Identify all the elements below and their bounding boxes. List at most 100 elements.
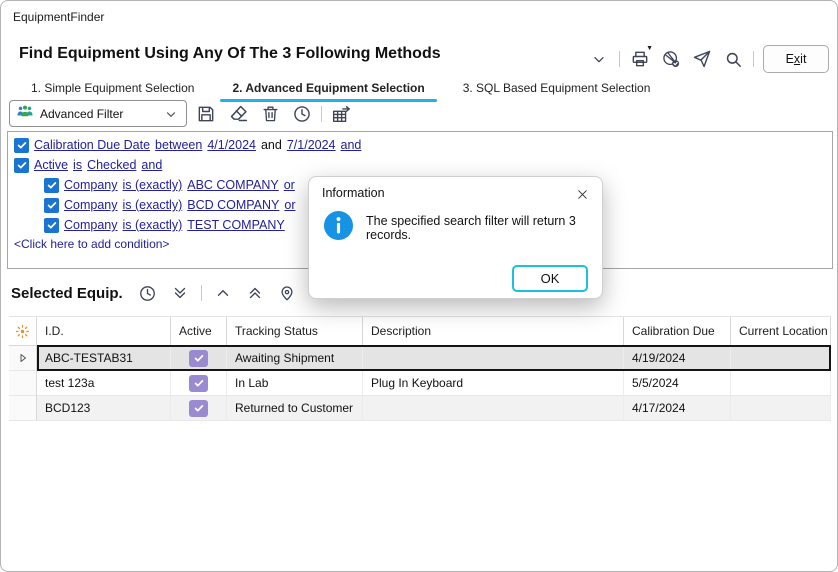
print-icon[interactable]: ▼ <box>629 48 651 70</box>
active-checkbox[interactable] <box>189 350 208 367</box>
cell-tracking-status: Awaiting Shipment <box>227 346 363 371</box>
condition-link[interactable]: or <box>284 198 295 212</box>
condition-link[interactable]: Checked <box>87 158 136 172</box>
condition-checkbox[interactable] <box>44 218 59 233</box>
cell-current-location <box>731 371 831 396</box>
grid-column-header[interactable]: Current Location <box>731 317 831 346</box>
condition-link[interactable]: Company <box>64 198 118 212</box>
table-row[interactable]: BCD123 Returned to Customer 4/17/2024 <box>9 396 831 421</box>
grid-column-header[interactable]: Calibration Due <box>624 317 731 346</box>
condition-checkbox[interactable] <box>14 138 29 153</box>
condition-checkbox[interactable] <box>14 158 29 173</box>
close-icon[interactable] <box>572 184 592 204</box>
filter-condition: Calibration Due Date between 4/1/2024 and 7/… <box>14 135 826 155</box>
tab-strip: 1. Simple Equipment Selection 2. Advanced… <box>19 78 662 102</box>
history-icon[interactable] <box>289 101 315 127</box>
save-filter-icon[interactable] <box>193 101 219 127</box>
grid-column-header[interactable]: I.D. <box>37 317 171 346</box>
people-group-icon <box>16 103 34 124</box>
condition-link[interactable]: is (exactly) <box>123 198 183 212</box>
condition-link[interactable]: Calibration Due Date <box>34 138 150 152</box>
condition-link[interactable]: Company <box>64 218 118 232</box>
window-title: EquipmentFinder <box>13 10 104 24</box>
cell-calibration-due: 4/17/2024 <box>624 396 731 421</box>
cell-description: Plug In Keyboard <box>363 371 624 396</box>
grid-column-header[interactable]: Description <box>363 317 624 346</box>
condition-checkbox[interactable] <box>44 198 59 213</box>
grid-column-header[interactable]: Active <box>171 317 227 346</box>
grid-header-row: I.D.ActiveTracking StatusDescriptionCali… <box>9 316 831 346</box>
condition-link[interactable]: BCD COMPANY <box>187 198 279 212</box>
divider <box>619 51 620 67</box>
grid-column-header[interactable]: Tracking Status <box>227 317 363 346</box>
condition-link[interactable]: TEST COMPANY <box>187 218 284 232</box>
table-row[interactable]: ABC-TESTAB31Awaiting Shipment4/19/2024 <box>9 346 831 371</box>
divider <box>753 51 754 67</box>
condition-link[interactable]: and <box>141 158 162 172</box>
clear-filter-icon[interactable] <box>225 101 251 127</box>
combo-chevron-icon <box>164 107 178 121</box>
active-checkbox[interactable] <box>189 400 208 417</box>
condition-link[interactable]: Active <box>34 158 68 172</box>
delete-filter-icon[interactable] <box>257 101 283 127</box>
cell-active <box>171 396 227 421</box>
selected-equip-label: Selected Equip. <box>11 285 123 302</box>
grid-body: ABC-TESTAB31Awaiting Shipment4/19/2024te… <box>9 346 831 421</box>
cell-calibration-due: 5/5/2024 <box>624 371 731 396</box>
divider <box>201 285 202 301</box>
condition-link[interactable]: is <box>73 158 82 172</box>
double-chevron-down-icon[interactable] <box>169 282 191 304</box>
dialog-body: The specified search filter will return … <box>323 210 592 246</box>
export-table-icon[interactable] <box>328 101 354 127</box>
chevron-down-icon[interactable] <box>588 48 610 70</box>
exit-button[interactable]: Exit <box>763 45 829 73</box>
double-chevron-up-icon[interactable] <box>244 282 266 304</box>
location-pin-icon[interactable] <box>276 282 298 304</box>
cell-active <box>171 346 227 371</box>
condition-link[interactable]: Company <box>64 178 118 192</box>
row-indicator <box>9 371 37 396</box>
ok-button[interactable]: OK <box>512 265 588 292</box>
condition-link[interactable]: between <box>155 138 202 152</box>
settings-check-icon[interactable] <box>660 48 682 70</box>
grid-header-sun-icon[interactable] <box>9 317 37 346</box>
filter-toolbar: Advanced Filter <box>9 100 354 127</box>
cell-id: ABC-TESTAB31 <box>37 346 171 371</box>
cell-id: BCD123 <box>37 396 171 421</box>
condition-link[interactable]: is (exactly) <box>123 218 183 232</box>
cell-tracking-status: Returned to Customer <box>227 396 363 421</box>
search-icon[interactable] <box>722 48 744 70</box>
info-icon <box>323 210 354 246</box>
condition-link[interactable]: or <box>284 178 295 192</box>
condition-link[interactable]: is (exactly) <box>123 178 183 192</box>
chevron-up-icon[interactable] <box>212 282 234 304</box>
tab-3[interactable]: 3. SQL Based Equipment Selection <box>451 78 663 102</box>
dialog-title: Information <box>322 186 385 200</box>
active-checkbox[interactable] <box>189 375 208 392</box>
equipment-grid: I.D.ActiveTracking StatusDescriptionCali… <box>9 316 831 421</box>
cell-tracking-status: In Lab <box>227 371 363 396</box>
row-indicator <box>9 346 37 371</box>
condition-text: and <box>261 138 282 152</box>
tab-2[interactable]: 2. Advanced Equipment Selection <box>220 78 436 102</box>
filter-condition: Active is Checked and <box>14 155 826 175</box>
condition-link[interactable]: and <box>341 138 362 152</box>
cell-current-location <box>731 346 831 371</box>
row-indicator <box>9 396 37 421</box>
header-actions: ▼ Exit <box>588 45 829 73</box>
recent-clock-icon[interactable] <box>137 282 159 304</box>
condition-link[interactable]: 7/1/2024 <box>287 138 336 152</box>
cell-description <box>363 396 624 421</box>
dialog-message: The specified search filter will return … <box>366 214 592 242</box>
cell-id: test 123a <box>37 371 171 396</box>
filter-selector-combobox[interactable]: Advanced Filter <box>9 100 187 127</box>
table-row[interactable]: test 123a In LabPlug In Keyboard5/5/2024 <box>9 371 831 396</box>
condition-link[interactable]: ABC COMPANY <box>187 178 278 192</box>
tab-1[interactable]: 1. Simple Equipment Selection <box>19 78 206 102</box>
condition-link[interactable]: 4/1/2024 <box>207 138 256 152</box>
cell-active <box>171 371 227 396</box>
condition-checkbox[interactable] <box>44 178 59 193</box>
send-icon[interactable] <box>691 48 713 70</box>
equipment-finder-window: EquipmentFinder Find Equipment Using Any… <box>0 0 838 572</box>
cell-current-location <box>731 396 831 421</box>
